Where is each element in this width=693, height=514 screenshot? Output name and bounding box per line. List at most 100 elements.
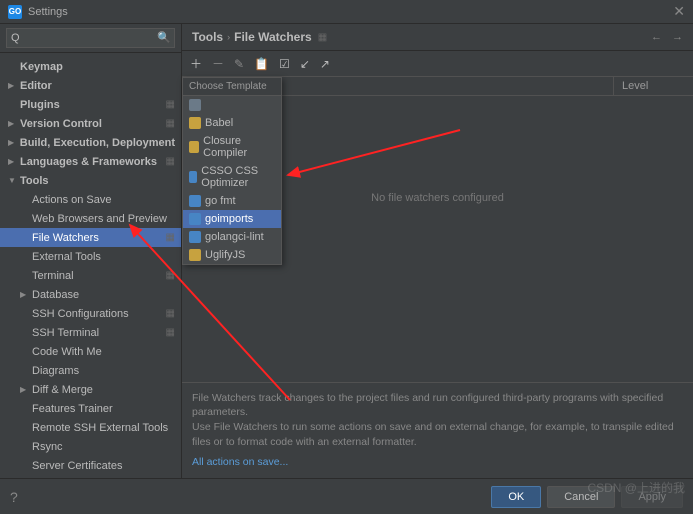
enable-button[interactable]: ☑ bbox=[279, 57, 290, 71]
sidebar-item-version-control[interactable]: ▶Version Control ▦ bbox=[0, 114, 181, 133]
sidebar-item-keymap[interactable]: Keymap bbox=[0, 57, 181, 76]
sidebar-item-diagrams[interactable]: Diagrams bbox=[0, 361, 181, 380]
template-dropdown: Choose Template Babel Closure Compiler CSS… bbox=[182, 77, 282, 265]
apply-button[interactable]: Apply bbox=[621, 486, 683, 508]
sidebar-item-label: Build, Execution, Deployment bbox=[20, 136, 175, 150]
sidebar-item-label: File Watchers bbox=[32, 231, 99, 245]
sidebar-item-build-execution-deployment[interactable]: ▶Build, Execution, Deployment bbox=[0, 133, 181, 152]
file-type-icon bbox=[189, 213, 201, 225]
file-type-icon bbox=[189, 141, 199, 153]
sidebar-item-external-tools[interactable]: External Tools bbox=[0, 247, 181, 266]
sidebar-item-shared-indexes[interactable]: Shared Indexes bbox=[0, 475, 181, 478]
file-type-icon bbox=[189, 195, 201, 207]
scope-icon: ▦ bbox=[166, 98, 175, 112]
watchers-table: Name Level No file watchers configured C… bbox=[182, 77, 693, 382]
template-option-go-fmt[interactable]: go fmt bbox=[183, 192, 281, 210]
dropdown-title: Choose Template bbox=[183, 78, 281, 96]
scope-icon: ▦ bbox=[166, 117, 175, 131]
sidebar-item-code-with-me[interactable]: Code With Me bbox=[0, 342, 181, 361]
sidebar-item-rsync[interactable]: Rsync bbox=[0, 437, 181, 456]
template-label: CSSO CSS Optimizer bbox=[201, 165, 275, 189]
window-title: Settings bbox=[28, 6, 68, 18]
sidebar-item-label: Version Control bbox=[20, 117, 102, 131]
chevron-right-icon: › bbox=[227, 32, 230, 42]
sidebar-item-actions-on-save[interactable]: Actions on Save bbox=[0, 190, 181, 209]
expand-icon: ▶ bbox=[8, 117, 20, 131]
sidebar-item-label: Plugins bbox=[20, 98, 60, 112]
template-label: UglifyJS bbox=[205, 249, 245, 261]
template-option-babel[interactable]: Babel bbox=[183, 114, 281, 132]
back-icon[interactable]: ← bbox=[651, 31, 662, 43]
sidebar-item-label: Remote SSH External Tools bbox=[32, 421, 168, 435]
help-icon[interactable]: ? bbox=[10, 489, 18, 505]
breadcrumb-item[interactable]: Tools bbox=[192, 30, 223, 44]
template-option--custom-[interactable] bbox=[183, 96, 281, 114]
expand-icon: ▶ bbox=[8, 136, 20, 150]
template-option-csso-css-optimizer[interactable]: CSSO CSS Optimizer bbox=[183, 162, 281, 192]
template-label: Closure Compiler bbox=[203, 135, 275, 159]
sidebar-item-server-certificates[interactable]: Server Certificates bbox=[0, 456, 181, 475]
file-type-icon bbox=[189, 249, 201, 261]
template-option-closure-compiler[interactable]: Closure Compiler bbox=[183, 132, 281, 162]
ok-button[interactable]: OK bbox=[491, 486, 541, 508]
sidebar-item-terminal[interactable]: Terminal▦ bbox=[0, 266, 181, 285]
sidebar-item-diff-merge[interactable]: ▶Diff & Merge bbox=[0, 380, 181, 399]
all-actions-link[interactable]: All actions on save... bbox=[192, 456, 288, 468]
template-option-golangci-lint[interactable]: golangci-lint bbox=[183, 228, 281, 246]
app-logo: GO bbox=[8, 5, 22, 19]
template-option-uglifyjs[interactable]: UglifyJS bbox=[183, 246, 281, 264]
sidebar-item-languages-frameworks[interactable]: ▶Languages & Frameworks▦ bbox=[0, 152, 181, 171]
desc-text: Use File Watchers to run some actions on… bbox=[192, 420, 683, 449]
sidebar-item-database[interactable]: ▶Database bbox=[0, 285, 181, 304]
sidebar-item-editor[interactable]: ▶Editor bbox=[0, 76, 181, 95]
file-type-icon bbox=[189, 117, 201, 129]
edit-button[interactable]: ✎ bbox=[234, 57, 244, 71]
expand-icon: ▶ bbox=[20, 288, 32, 302]
breadcrumb: Tools › File Watchers ▦ ← → bbox=[182, 24, 693, 51]
desc-text: File Watchers track changes to the proje… bbox=[192, 391, 683, 420]
sidebar-item-tools[interactable]: ▼Tools bbox=[0, 171, 181, 190]
sidebar-item-label: External Tools bbox=[32, 250, 101, 264]
expand-icon: ▶ bbox=[8, 79, 20, 93]
add-button[interactable]: ＋ bbox=[190, 55, 202, 72]
template-label: goimports bbox=[205, 213, 253, 225]
copy-button[interactable]: 📋 bbox=[254, 57, 269, 71]
breadcrumb-item[interactable]: File Watchers bbox=[234, 30, 312, 44]
sidebar-item-label: Server Certificates bbox=[32, 459, 122, 473]
file-type-icon bbox=[189, 171, 197, 183]
sidebar-item-label: Code With Me bbox=[32, 345, 102, 359]
sidebar-item-web-browsers-and-preview[interactable]: Web Browsers and Preview bbox=[0, 209, 181, 228]
sidebar-item-label: SSH Terminal bbox=[32, 326, 99, 340]
remove-button[interactable]: － bbox=[212, 55, 224, 72]
template-label: Babel bbox=[205, 117, 233, 129]
sidebar-item-label: Editor bbox=[20, 79, 52, 93]
search-input[interactable] bbox=[6, 28, 175, 48]
sidebar-item-ssh-terminal[interactable]: SSH Terminal▦ bbox=[0, 323, 181, 342]
scope-icon: ▦ bbox=[166, 231, 175, 245]
sidebar-item-ssh-configurations[interactable]: SSH Configurations▦ bbox=[0, 304, 181, 323]
sidebar-item-label: Tools bbox=[20, 174, 49, 188]
cancel-button[interactable]: Cancel bbox=[547, 486, 615, 508]
export-icon[interactable]: ↗ bbox=[320, 57, 330, 71]
sidebar-item-label: SSH Configurations bbox=[32, 307, 129, 321]
sidebar-item-file-watchers[interactable]: File Watchers ▦ bbox=[0, 228, 181, 247]
column-header-level[interactable]: Level bbox=[613, 77, 693, 95]
toolbar: ＋ － ✎ 📋 ☑ ↙ ↗ bbox=[182, 51, 693, 77]
sidebar-item-label: Languages & Frameworks bbox=[20, 155, 157, 169]
sidebar: 🔍 Keymap▶EditorPlugins▦▶Version Control▦… bbox=[0, 24, 182, 478]
sidebar-item-features-trainer[interactable]: Features Trainer bbox=[0, 399, 181, 418]
forward-icon[interactable]: → bbox=[672, 31, 683, 43]
search-icon: 🔍 bbox=[157, 31, 171, 44]
sidebar-item-label: Shared Indexes bbox=[32, 478, 109, 479]
sidebar-item-remote-ssh-external-tools[interactable]: Remote SSH External Tools bbox=[0, 418, 181, 437]
expand-icon: ▶ bbox=[8, 155, 20, 169]
sidebar-item-plugins[interactable]: Plugins ▦ bbox=[0, 95, 181, 114]
close-icon[interactable]: ✕ bbox=[673, 3, 685, 20]
sidebar-item-label: Actions on Save bbox=[32, 193, 112, 207]
sidebar-item-label: Web Browsers and Preview bbox=[32, 212, 167, 226]
sidebar-item-label: Terminal bbox=[32, 269, 74, 283]
template-option-goimports[interactable]: goimports bbox=[183, 210, 281, 228]
title-bar: GO Settings ✕ bbox=[0, 0, 693, 24]
file-type-icon bbox=[189, 99, 201, 111]
import-icon[interactable]: ↙ bbox=[300, 57, 310, 71]
